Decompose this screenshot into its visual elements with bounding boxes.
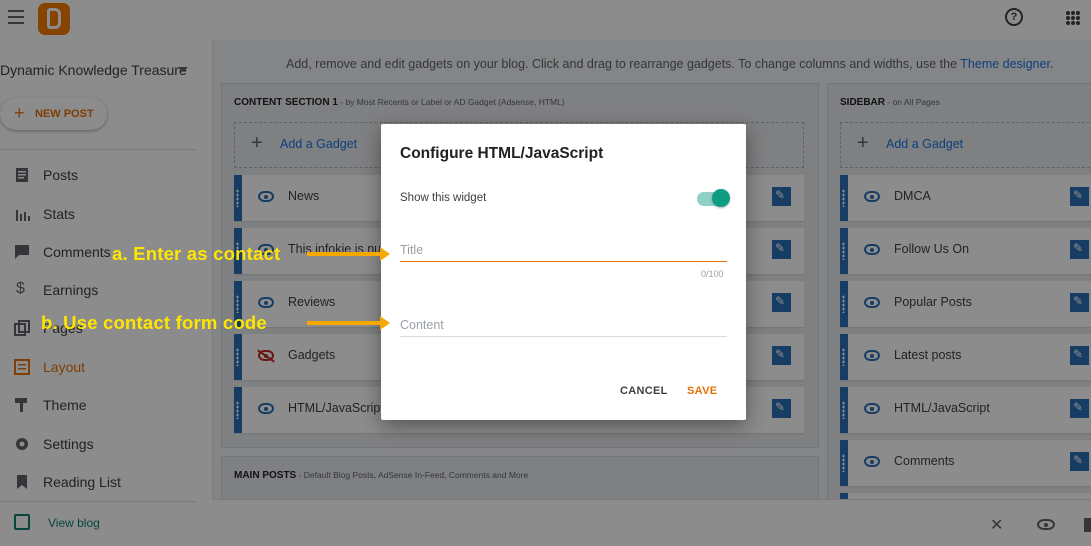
cancel-button[interactable]: CANCEL bbox=[620, 385, 668, 397]
annotation-b: b. Use contact form code bbox=[41, 312, 267, 333]
title-input[interactable] bbox=[400, 238, 727, 262]
annotation-arrow-b bbox=[307, 316, 390, 330]
annotation-arrow-a bbox=[307, 247, 390, 261]
dialog-title: Configure HTML/JavaScript bbox=[400, 145, 604, 162]
show-widget-toggle[interactable] bbox=[697, 189, 730, 207]
show-widget-label: Show this widget bbox=[400, 192, 487, 204]
configure-dialog: Configure HTML/JavaScript Show this widg… bbox=[381, 124, 746, 420]
annotation-a: a. Enter as contact bbox=[112, 243, 281, 264]
title-char-counter: 0/100 bbox=[701, 269, 724, 279]
content-input[interactable] bbox=[400, 313, 727, 337]
save-button[interactable]: SAVE bbox=[687, 385, 717, 397]
